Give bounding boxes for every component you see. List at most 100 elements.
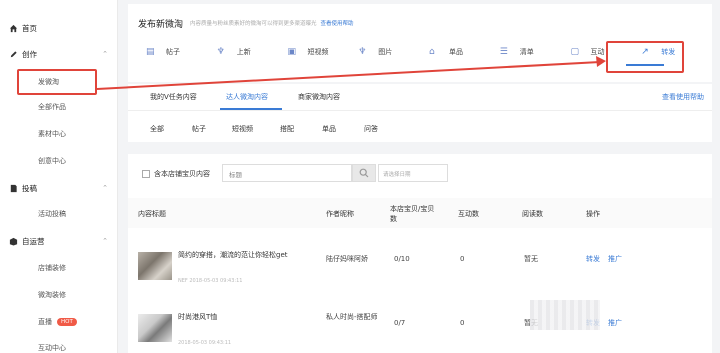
home-icon (9, 24, 18, 33)
type-label: 短视频 (307, 48, 329, 56)
filter-all[interactable]: 全部 (150, 124, 164, 134)
col-ratio: 本店宝贝/宝贝数 (390, 205, 435, 223)
type-label: 互动 (590, 48, 605, 56)
type-label: 帖子 (166, 48, 180, 56)
type-label: 清单 (519, 48, 534, 56)
highlight-box-post (17, 69, 97, 95)
col-actions: 操作 (586, 210, 600, 218)
table-row: 时尚港风T恤 2018-05-03 09:43:11 私人时尚-搭配师 0/7 … (138, 304, 706, 353)
list-icon: ☰ (499, 47, 508, 57)
watermark-blur (530, 300, 600, 330)
type-image[interactable]: ♆ 图片 (350, 40, 421, 64)
document-icon (9, 184, 18, 193)
sidebar-item-label: 素材中心 (38, 130, 66, 138)
type-item[interactable]: ⌂ 单品 (421, 40, 492, 64)
title-search-input[interactable]: 标题 (222, 164, 352, 182)
pen-icon (9, 50, 18, 59)
sidebar-group-label: 投稿 (22, 183, 37, 193)
sidebar-item-ideas[interactable]: 创意中心 (0, 149, 118, 173)
type-list[interactable]: ☰ 清单 (492, 40, 563, 64)
promote-link[interactable]: 推广 (608, 254, 622, 264)
author-name: 陆仔妈咪阿娇 (326, 255, 368, 263)
sidebar-item-activity[interactable]: 活动投稿 (0, 202, 118, 226)
sidebar-item-label: 直播 (38, 318, 52, 326)
page-description: 内容质量与粉丝质素好的微淘可以得到更多渠道曝光 查看使用帮助 (190, 19, 354, 27)
type-new[interactable]: ♆ 上新 (209, 40, 280, 64)
search-button[interactable] (352, 164, 376, 182)
sidebar-item-weitao-decor[interactable]: 微淘装修 (0, 283, 118, 307)
image-icon: ♆ (358, 47, 367, 57)
shirt-icon: ♆ (216, 47, 225, 57)
promote-link[interactable]: 推广 (608, 318, 622, 328)
table-header: 内容标题 作者昵称 本店宝贝/宝贝数 互动数 阅读数 操作 (128, 198, 712, 228)
col-read: 阅读数 (522, 210, 543, 218)
highlight-box-forward (606, 41, 684, 73)
hot-badge: HOT (57, 318, 77, 326)
col-author: 作者昵称 (326, 210, 354, 218)
content-thumbnail[interactable] (138, 252, 172, 280)
sidebar-item-label: 活动投稿 (38, 210, 66, 218)
interact-count: 0 (460, 255, 465, 263)
chevron-up-icon: ⌃ (102, 50, 108, 58)
filter-post[interactable]: 帖子 (192, 124, 206, 134)
content-list-card: 含本店铺宝贝内容 标题 请选择日期 内容标题 作者昵称 本店宝贝/宝贝数 互动数… (128, 154, 712, 353)
author-name: 私人时尚-搭配师 (326, 313, 378, 321)
sidebar-group-label: 创作 (22, 49, 37, 59)
tab-merchant[interactable]: 商家微淘内容 (298, 92, 340, 102)
interact-count: 0 (460, 319, 465, 327)
filter-qa[interactable]: 问答 (364, 124, 378, 134)
tab-my-tasks[interactable]: 我的V任务内容 (150, 92, 197, 102)
col-interact: 互动数 (458, 210, 479, 218)
content-title[interactable]: 简约的穿搭，潮流的范让你轻松get (178, 250, 290, 260)
item-ratio: 0/10 (394, 255, 410, 263)
sidebar-item-shop-decor[interactable]: 店铺装修 (0, 256, 118, 280)
page-title: 发布新微淘 (138, 20, 184, 30)
post-icon: ▤ (146, 47, 155, 57)
tab-expert[interactable]: 达人微淘内容 (226, 92, 268, 102)
help-link[interactable]: 查看使用帮助 (321, 21, 354, 27)
filter-item[interactable]: 单品 (322, 124, 336, 134)
sidebar-item-label: 店铺装修 (38, 264, 66, 272)
filter-video[interactable]: 短视频 (232, 124, 253, 134)
description-text: 内容质量与粉丝质素好的微淘可以得到更多渠道曝光 (190, 21, 317, 27)
sidebar-group-create[interactable]: 创作 ⌃ (0, 42, 118, 66)
include-shop-checkbox[interactable] (142, 170, 150, 178)
sidebar-item-interaction[interactable]: 互动中心 (0, 336, 118, 353)
forward-link[interactable]: 转发 (586, 254, 600, 264)
sidebar-item-label: 互动中心 (38, 344, 66, 352)
video-icon: ▣ (287, 47, 297, 57)
item-ratio: 0/7 (394, 319, 406, 327)
content-title[interactable]: 时尚港风T恤 (178, 312, 290, 322)
sidebar-item-home[interactable]: 首页 (0, 16, 118, 40)
sidebar-group-deliver[interactable]: 投稿 ⌃ (0, 176, 118, 200)
read-count: 暂无 (524, 255, 538, 263)
tabs-help-link[interactable]: 查看使用帮助 (662, 92, 704, 102)
date-picker-input[interactable]: 请选择日期 (378, 164, 448, 182)
main-content: 发布新微淘 内容质量与粉丝质素好的微淘可以得到更多渠道曝光 查看使用帮助 ▤ 帖子 … (118, 0, 720, 353)
type-video[interactable]: ▣ 短视频 (280, 40, 351, 64)
search-icon (359, 168, 369, 178)
chat-icon: ▢ (570, 47, 580, 57)
sidebar-item-all-works[interactable]: 全部作品 (0, 95, 118, 119)
type-label: 单品 (449, 48, 463, 56)
sidebar-item-label: 微淘装修 (38, 291, 66, 299)
type-post[interactable]: ▤ 帖子 (138, 40, 209, 64)
sidebar-item-label: 首页 (22, 23, 37, 33)
type-label: 上新 (236, 48, 251, 56)
sidebar-item-live[interactable]: 直播 HOT (0, 310, 118, 334)
sidebar-item-label: 创意中心 (38, 157, 66, 165)
tabs-card: 我的V任务内容 达人微淘内容 商家微淘内容 查看使用帮助 全部 帖子 短视频 搭… (128, 84, 712, 142)
content-meta: NEF 2018-05-03 09:43:11 (178, 278, 243, 284)
table-row: 简约的穿搭，潮流的范让你轻松get NEF 2018-05-03 09:43:1… (138, 242, 706, 294)
filter-outfit[interactable]: 搭配 (280, 124, 294, 134)
content-thumbnail[interactable] (138, 314, 172, 342)
chevron-up-icon: ⌃ (102, 237, 108, 245)
bag-icon: ⌂ (429, 47, 435, 57)
type-label: 图片 (378, 48, 393, 56)
sidebar-group-ops[interactable]: 自运营 ⌃ (0, 229, 118, 253)
include-shop-label: 含本店铺宝贝内容 (154, 170, 210, 178)
content-meta: 2018-05-03 09:43:11 (178, 340, 232, 346)
sidebar-item-label: 全部作品 (38, 103, 66, 111)
sidebar-item-materials[interactable]: 素材中心 (0, 122, 118, 146)
sidebar-group-label: 自运营 (22, 236, 45, 246)
